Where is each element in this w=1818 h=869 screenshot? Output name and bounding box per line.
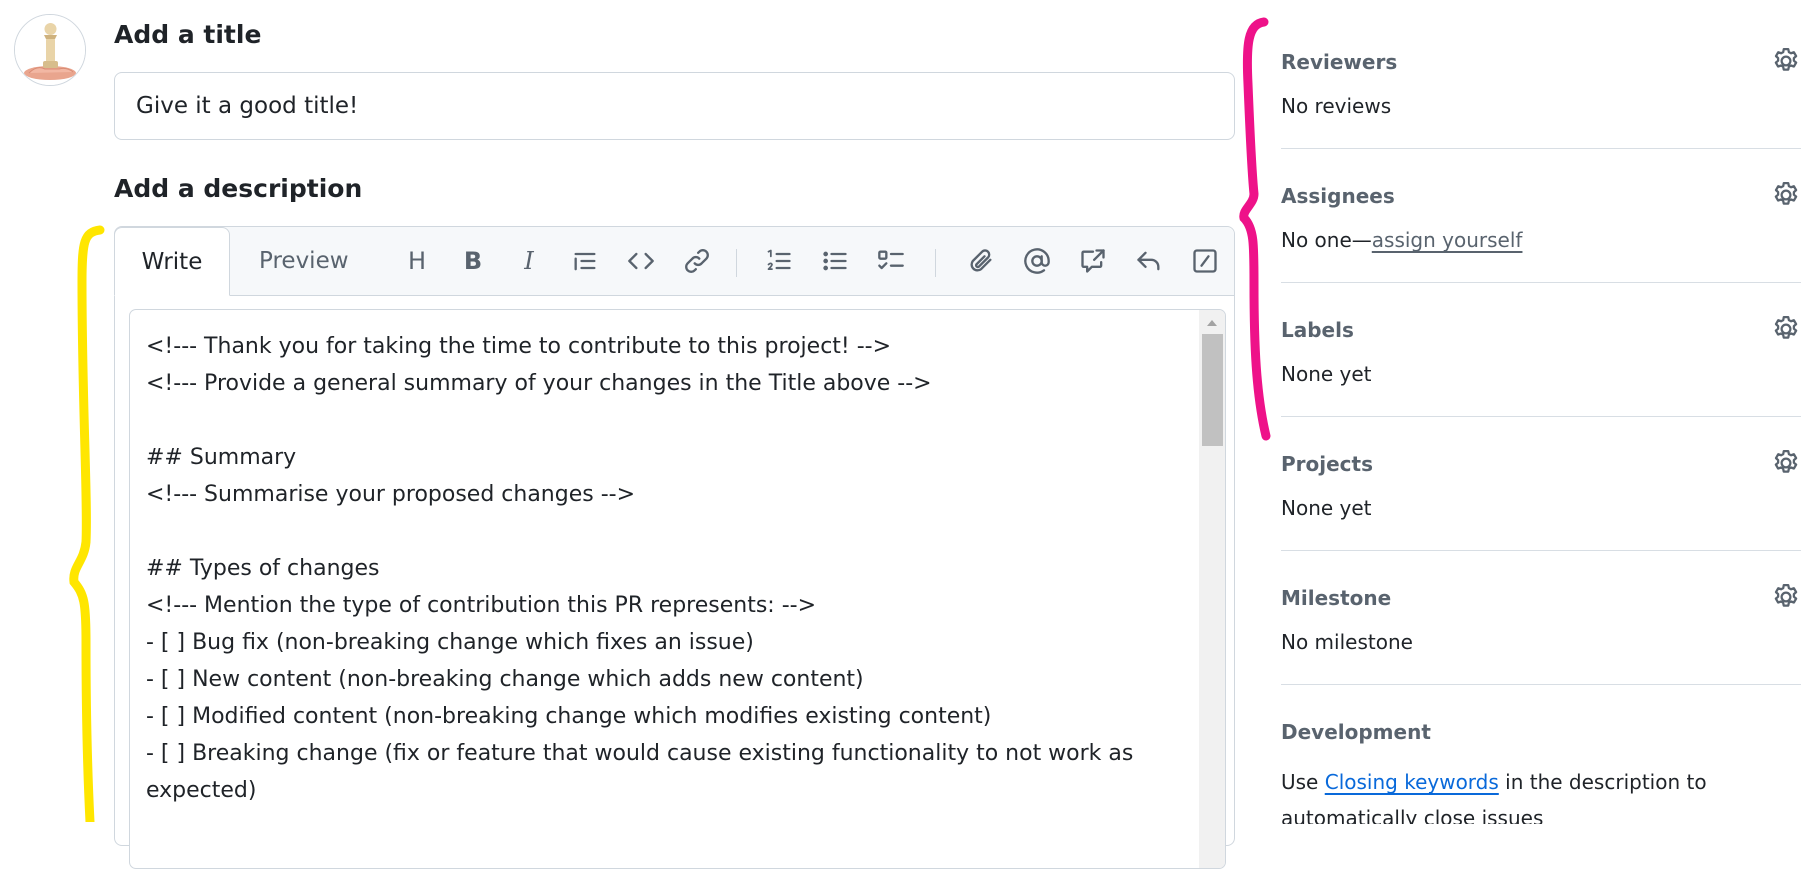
- milestone-value: No milestone: [1281, 630, 1413, 654]
- reference-icon[interactable]: [1073, 241, 1113, 281]
- projects-value: None yet: [1281, 496, 1372, 520]
- assignees-section: Assignees No one—assign yourself: [1281, 148, 1801, 283]
- description-line: <!--- Thank you for taking the time to c…: [146, 334, 892, 359]
- development-text-line2: automatically close issues: [1281, 806, 1544, 824]
- description-editor: Write Preview H B I <!--- Thank you for …: [114, 226, 1235, 869]
- gear-icon[interactable]: [1771, 180, 1801, 210]
- link-icon[interactable]: [677, 241, 717, 281]
- title-input[interactable]: [114, 72, 1235, 140]
- scroll-up-arrow[interactable]: [1207, 320, 1217, 326]
- description-textarea[interactable]: <!--- Thank you for taking the time to c…: [129, 309, 1226, 869]
- description-line: <!--- Summarise your proposed changes --…: [146, 482, 636, 507]
- labels-value: None yet: [1281, 362, 1372, 386]
- description-line: <!--- Provide a general summary of your …: [146, 371, 932, 396]
- editor-toolbar: Write Preview H B I: [114, 227, 1234, 296]
- development-title: Development: [1281, 720, 1431, 744]
- yellow-brace-annotation: [69, 225, 105, 822]
- bold-icon[interactable]: B: [453, 241, 493, 281]
- italic-icon[interactable]: I: [509, 241, 549, 281]
- development-text-suffix: in the description to: [1498, 770, 1707, 794]
- reviewers-title[interactable]: Reviewers: [1281, 50, 1397, 74]
- heading-glyph: H: [407, 247, 427, 275]
- development-section: Development Use Closing keywords in the …: [1281, 684, 1801, 824]
- assign-yourself-link[interactable]: assign yourself: [1372, 228, 1523, 252]
- mention-icon[interactable]: [1017, 241, 1057, 281]
- projects-title[interactable]: Projects: [1281, 452, 1373, 476]
- projects-section: Projects None yet: [1281, 416, 1801, 551]
- add-title-heading: Add a title: [114, 20, 262, 49]
- reviewers-section: Reviewers No reviews: [1281, 0, 1801, 149]
- labels-section: Labels None yet: [1281, 282, 1801, 417]
- quote-icon[interactable]: [565, 241, 605, 281]
- unordered-list-icon[interactable]: [815, 241, 855, 281]
- slash-command-icon[interactable]: [1185, 241, 1225, 281]
- code-icon[interactable]: [621, 241, 661, 281]
- description-line: [146, 513, 1184, 550]
- attach-icon[interactable]: [961, 241, 1001, 281]
- description-line: expected): [146, 778, 257, 803]
- description-line: <!--- Mention the type of contribution t…: [146, 593, 817, 618]
- description-line: - [ ] Modified content (non-breaking cha…: [146, 704, 992, 729]
- reply-icon[interactable]: [1129, 241, 1169, 281]
- bold-glyph: B: [463, 247, 483, 275]
- description-text: <!--- Thank you for taking the time to c…: [130, 310, 1200, 827]
- italic-glyph: I: [524, 247, 534, 275]
- milestone-title[interactable]: Milestone: [1281, 586, 1391, 610]
- scrollbar-thumb[interactable]: [1202, 334, 1223, 446]
- gear-icon[interactable]: [1771, 314, 1801, 344]
- textarea-scrollbar[interactable]: [1199, 310, 1225, 868]
- assignees-title[interactable]: Assignees: [1281, 184, 1395, 208]
- ordered-list-icon[interactable]: [759, 241, 799, 281]
- add-description-heading: Add a description: [114, 174, 363, 203]
- gear-icon[interactable]: [1771, 582, 1801, 612]
- gear-icon[interactable]: [1771, 448, 1801, 478]
- tab-preview[interactable]: Preview: [259, 227, 349, 295]
- description-line: [146, 402, 1184, 439]
- development-text: Use Closing keywords in the description …: [1281, 764, 1801, 824]
- description-line: - [ ] Bug fix (non-breaking change which…: [146, 630, 754, 655]
- labels-title[interactable]: Labels: [1281, 318, 1354, 342]
- milestone-section: Milestone No milestone: [1281, 550, 1801, 685]
- development-text-prefix: Use: [1281, 770, 1325, 794]
- heading-icon[interactable]: H: [397, 241, 437, 281]
- description-line: - [ ] New content (non-breaking change w…: [146, 667, 864, 692]
- reviewers-value: No reviews: [1281, 94, 1392, 118]
- tab-write[interactable]: Write: [114, 227, 230, 296]
- description-line: - [ ] Breaking change (fix or feature th…: [146, 741, 1134, 766]
- gear-icon[interactable]: [1771, 46, 1801, 76]
- assignees-none-text: No one—: [1281, 228, 1372, 252]
- closing-keywords-link[interactable]: Closing keywords: [1325, 770, 1499, 794]
- assignees-value: No one—assign yourself: [1281, 228, 1522, 252]
- task-list-icon[interactable]: [871, 241, 911, 281]
- description-line: ## Summary: [146, 445, 297, 470]
- description-line: ## Types of changes: [146, 556, 380, 581]
- user-avatar[interactable]: [14, 14, 86, 86]
